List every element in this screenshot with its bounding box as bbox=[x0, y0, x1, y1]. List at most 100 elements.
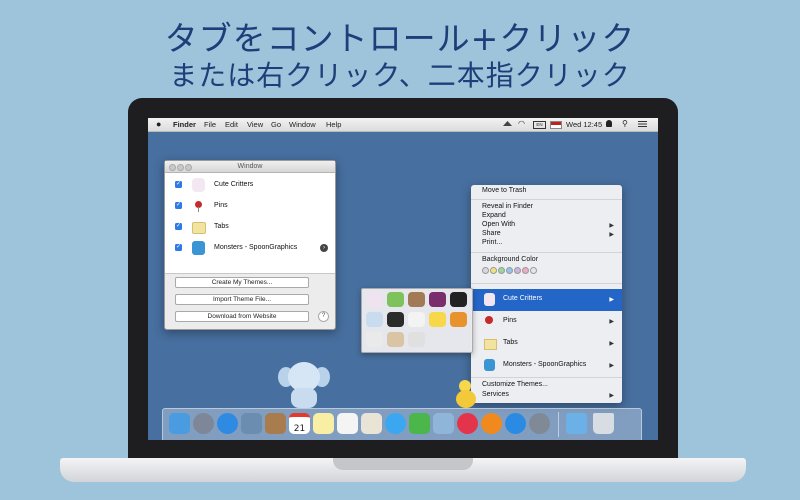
menu-theme-pins[interactable]: Pins bbox=[503, 317, 517, 324]
theme-row-cute-critters[interactable]: ✓ Cute Critters bbox=[165, 175, 335, 196]
menu-separator bbox=[471, 283, 622, 284]
flag-icon[interactable] bbox=[550, 121, 562, 129]
menu-theme-cute-critters[interactable]: Cute Critters bbox=[503, 295, 542, 302]
create-themes-button[interactable]: Create My Themes... bbox=[175, 277, 309, 288]
menu-expand[interactable]: Expand bbox=[482, 212, 506, 219]
window-title: Window bbox=[237, 163, 263, 170]
bunny-icon bbox=[408, 312, 425, 327]
lion-icon bbox=[450, 312, 467, 327]
menu-file[interactable]: File bbox=[204, 120, 216, 129]
menu-edit[interactable]: Edit bbox=[225, 120, 238, 129]
pin-icon bbox=[485, 316, 493, 324]
checkbox[interactable]: ✓ bbox=[175, 202, 182, 209]
checkbox[interactable]: ✓ bbox=[175, 181, 182, 188]
reminders-icon[interactable] bbox=[337, 413, 358, 434]
menu-customize-themes[interactable]: Customize Themes... bbox=[482, 381, 548, 388]
pin-icon bbox=[192, 199, 205, 213]
app-store-icon[interactable] bbox=[505, 413, 526, 434]
downloads-folder-icon[interactable] bbox=[566, 413, 587, 434]
menu-separator bbox=[471, 252, 622, 253]
color-swatch[interactable] bbox=[490, 267, 497, 274]
battery-icon[interactable]: EN bbox=[533, 121, 546, 129]
theme-row-tabs[interactable]: ✓ Tabs bbox=[165, 217, 335, 238]
menu-print[interactable]: Print... bbox=[482, 239, 502, 246]
apple-logo-icon[interactable]: ● bbox=[156, 119, 161, 129]
zoom-button[interactable] bbox=[185, 164, 192, 171]
menu-clock[interactable]: Wed 12:45 bbox=[566, 120, 602, 129]
itunes-icon[interactable] bbox=[457, 413, 478, 434]
menu-share[interactable]: Share bbox=[482, 230, 501, 237]
menu-window[interactable]: Window bbox=[289, 120, 316, 129]
theme-label: Tabs bbox=[214, 223, 229, 230]
toucan-icon bbox=[450, 292, 467, 307]
checkbox[interactable]: ✓ bbox=[175, 244, 182, 251]
frog-icon bbox=[387, 292, 404, 307]
checkbox[interactable]: ✓ bbox=[175, 223, 182, 230]
system-preferences-icon[interactable] bbox=[529, 413, 550, 434]
airplay-icon[interactable] bbox=[503, 121, 512, 126]
menu-theme-tabs[interactable]: Tabs bbox=[503, 339, 518, 346]
menu-services[interactable]: Services bbox=[482, 391, 509, 398]
menu-separator bbox=[471, 199, 622, 200]
close-button[interactable] bbox=[169, 164, 176, 171]
messages-icon[interactable] bbox=[385, 413, 406, 434]
minimize-button[interactable] bbox=[177, 164, 184, 171]
theme-row-monsters[interactable]: ✓ Monsters - SpoonGraphics › bbox=[165, 238, 335, 259]
safari-icon[interactable] bbox=[217, 413, 238, 434]
theme-label: Pins bbox=[214, 202, 228, 209]
menu-bar: ● Finder File Edit View Go Window Help ◠… bbox=[148, 118, 658, 132]
color-swatch[interactable] bbox=[506, 267, 513, 274]
submenu-arrow-icon: ▶ bbox=[609, 297, 614, 303]
color-swatch[interactable] bbox=[522, 267, 529, 274]
color-swatch[interactable] bbox=[530, 267, 537, 274]
more-arrow-icon[interactable]: › bbox=[320, 244, 328, 252]
submenu-arrow-icon: ▶ bbox=[609, 223, 614, 229]
raccoon-icon bbox=[408, 332, 425, 347]
menu-reveal-in-finder[interactable]: Reveal in Finder bbox=[482, 203, 533, 210]
color-swatch[interactable] bbox=[482, 267, 489, 274]
headline-line-2: または右クリック、二本指クリック bbox=[169, 59, 631, 92]
textedit-icon[interactable] bbox=[361, 413, 382, 434]
photo-icon[interactable] bbox=[241, 413, 262, 434]
duck-icon bbox=[456, 380, 476, 410]
pug-icon bbox=[387, 332, 404, 347]
facetime-icon[interactable] bbox=[409, 413, 430, 434]
submenu-arrow-icon: ▶ bbox=[609, 319, 614, 325]
help-button[interactable]: ? bbox=[318, 311, 329, 322]
color-swatch[interactable] bbox=[514, 267, 521, 274]
dock-divider bbox=[558, 412, 559, 437]
context-menu: Move to Trash Reveal in Finder Expand Op… bbox=[471, 185, 622, 403]
calendar-icon[interactable]: 21 bbox=[289, 413, 310, 434]
critter-icon bbox=[192, 178, 205, 192]
ibooks-icon[interactable] bbox=[481, 413, 502, 434]
menu-go[interactable]: Go bbox=[271, 120, 281, 129]
tab-icon bbox=[192, 222, 206, 234]
theme-row-pins[interactable]: ✓ Pins bbox=[165, 196, 335, 217]
menu-app-name[interactable]: Finder bbox=[173, 120, 196, 129]
contacts-icon[interactable] bbox=[265, 413, 286, 434]
elephant-icon bbox=[278, 362, 330, 410]
menu-help[interactable]: Help bbox=[326, 120, 341, 129]
themes-window: Window ✓ Cute Critters ✓ Pins ✓ Tabs ✓ M… bbox=[164, 160, 336, 330]
menu-theme-monsters[interactable]: Monsters - SpoonGraphics bbox=[503, 361, 586, 368]
launchpad-icon[interactable] bbox=[193, 413, 214, 434]
menu-view[interactable]: View bbox=[247, 120, 263, 129]
color-swatch[interactable] bbox=[498, 267, 505, 274]
trash-icon[interactable] bbox=[593, 413, 614, 434]
menu-move-to-trash[interactable]: Move to Trash bbox=[482, 187, 526, 194]
notification-center-icon[interactable] bbox=[638, 121, 647, 127]
monster-icon bbox=[192, 241, 205, 255]
iphoto-icon[interactable] bbox=[433, 413, 454, 434]
hippo-icon bbox=[366, 292, 383, 307]
menu-open-with[interactable]: Open With bbox=[482, 221, 515, 228]
submenu-arrow-icon: ▶ bbox=[609, 393, 614, 399]
download-website-button[interactable]: Download from Website bbox=[175, 311, 309, 322]
headline-line-1: タブをコントロール+クリック bbox=[164, 19, 636, 58]
spotlight-icon[interactable]: ⚲ bbox=[622, 119, 628, 128]
wifi-icon[interactable]: ◠ bbox=[518, 119, 525, 128]
owl-icon bbox=[408, 292, 425, 307]
finder-icon[interactable] bbox=[169, 413, 190, 434]
notes-icon[interactable] bbox=[313, 413, 334, 434]
user-icon[interactable] bbox=[606, 120, 612, 127]
import-theme-button[interactable]: Import Theme File... bbox=[175, 294, 309, 305]
